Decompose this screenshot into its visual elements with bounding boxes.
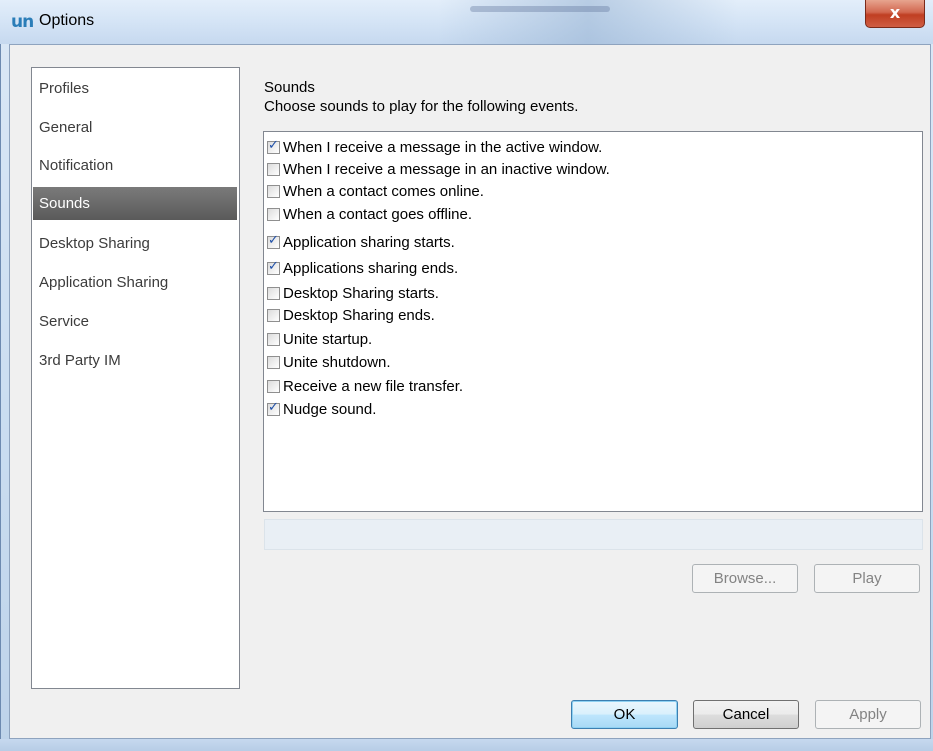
event-checkbox[interactable]: [267, 308, 280, 322]
sound-event-row[interactable]: Application sharing starts.: [267, 231, 455, 253]
section-description: Choose sounds to play for the following …: [264, 98, 579, 115]
sound-event-row[interactable]: When a contact comes online.: [267, 180, 484, 202]
sound-event-row[interactable]: When I receive a message in the active w…: [267, 136, 602, 158]
background-window-text-blur: [470, 6, 610, 12]
play-button[interactable]: Play: [814, 564, 920, 593]
event-checkbox[interactable]: [267, 400, 280, 416]
event-label: Applications sharing ends.: [283, 259, 459, 277]
sidebar-item-sounds[interactable]: Sounds: [33, 187, 237, 220]
event-checkbox[interactable]: [267, 184, 280, 198]
event-checkbox[interactable]: [267, 233, 280, 249]
sound-event-row[interactable]: Desktop Sharing starts.: [267, 282, 439, 304]
event-label: Receive a new file transfer.: [283, 377, 464, 395]
window-bottom-border: [0, 739, 933, 751]
apply-button[interactable]: Apply: [815, 700, 921, 729]
event-label: Nudge sound.: [283, 400, 377, 418]
event-label: Unite startup.: [283, 330, 373, 348]
sound-event-row[interactable]: Nudge sound.: [267, 398, 376, 420]
sidebar-item-application-sharing[interactable]: Application Sharing: [33, 266, 237, 299]
sound-event-row[interactable]: Desktop Sharing ends.: [267, 304, 435, 326]
sound-event-row[interactable]: Unite startup.: [267, 328, 372, 350]
event-label: Unite shutdown.: [283, 353, 391, 371]
sound-event-row[interactable]: When I receive a message in an inactive …: [267, 158, 610, 180]
close-icon: x: [889, 3, 901, 22]
event-checkbox[interactable]: [267, 162, 280, 176]
cancel-button[interactable]: Cancel: [693, 700, 799, 729]
event-checkbox[interactable]: [267, 332, 280, 346]
event-label: Desktop Sharing ends.: [283, 306, 435, 324]
sidebar-item-service[interactable]: Service: [33, 305, 237, 338]
sidebar-item-desktop-sharing[interactable]: Desktop Sharing: [33, 227, 237, 260]
sound-events-list: When I receive a message in the active w…: [263, 131, 923, 512]
event-checkbox[interactable]: [267, 207, 280, 221]
event-checkbox[interactable]: [267, 355, 280, 369]
event-checkbox[interactable]: [267, 259, 280, 275]
event-checkbox[interactable]: [267, 138, 280, 154]
event-checkbox[interactable]: [267, 379, 280, 393]
sound-event-row[interactable]: Receive a new file transfer.: [267, 375, 463, 397]
sidebar-item-general[interactable]: General: [33, 111, 237, 144]
sound-event-row[interactable]: When a contact goes offline.: [267, 203, 472, 225]
browse-button[interactable]: Browse...: [692, 564, 798, 593]
close-button[interactable]: x: [865, 0, 925, 28]
sidebar-item-notification[interactable]: Notification: [33, 149, 237, 182]
sound-file-field[interactable]: [264, 519, 923, 550]
sidebar-item-profiles[interactable]: Profiles: [33, 72, 237, 105]
sound-event-row[interactable]: Applications sharing ends.: [267, 257, 458, 279]
ok-button[interactable]: OK: [571, 700, 678, 729]
event-label: Desktop Sharing starts.: [283, 284, 439, 302]
sidebar-item-3rd-party-im[interactable]: 3rd Party IM: [33, 344, 237, 377]
event-label: When I receive a message in an inactive …: [283, 160, 610, 178]
event-label: When I receive a message in the active w…: [283, 138, 603, 156]
event-label: When a contact goes offline.: [283, 205, 473, 223]
window-title: Options: [39, 12, 95, 29]
event-label: Application sharing starts.: [283, 233, 455, 251]
event-checkbox[interactable]: [267, 286, 280, 300]
sound-event-row[interactable]: Unite shutdown.: [267, 351, 391, 373]
section-title: Sounds: [264, 79, 315, 96]
title-bar: un Options x: [0, 0, 933, 44]
app-logo-icon: un: [11, 12, 34, 32]
event-label: When a contact comes online.: [283, 182, 484, 200]
options-category-list: Profiles General Notification Sounds Des…: [31, 67, 240, 689]
